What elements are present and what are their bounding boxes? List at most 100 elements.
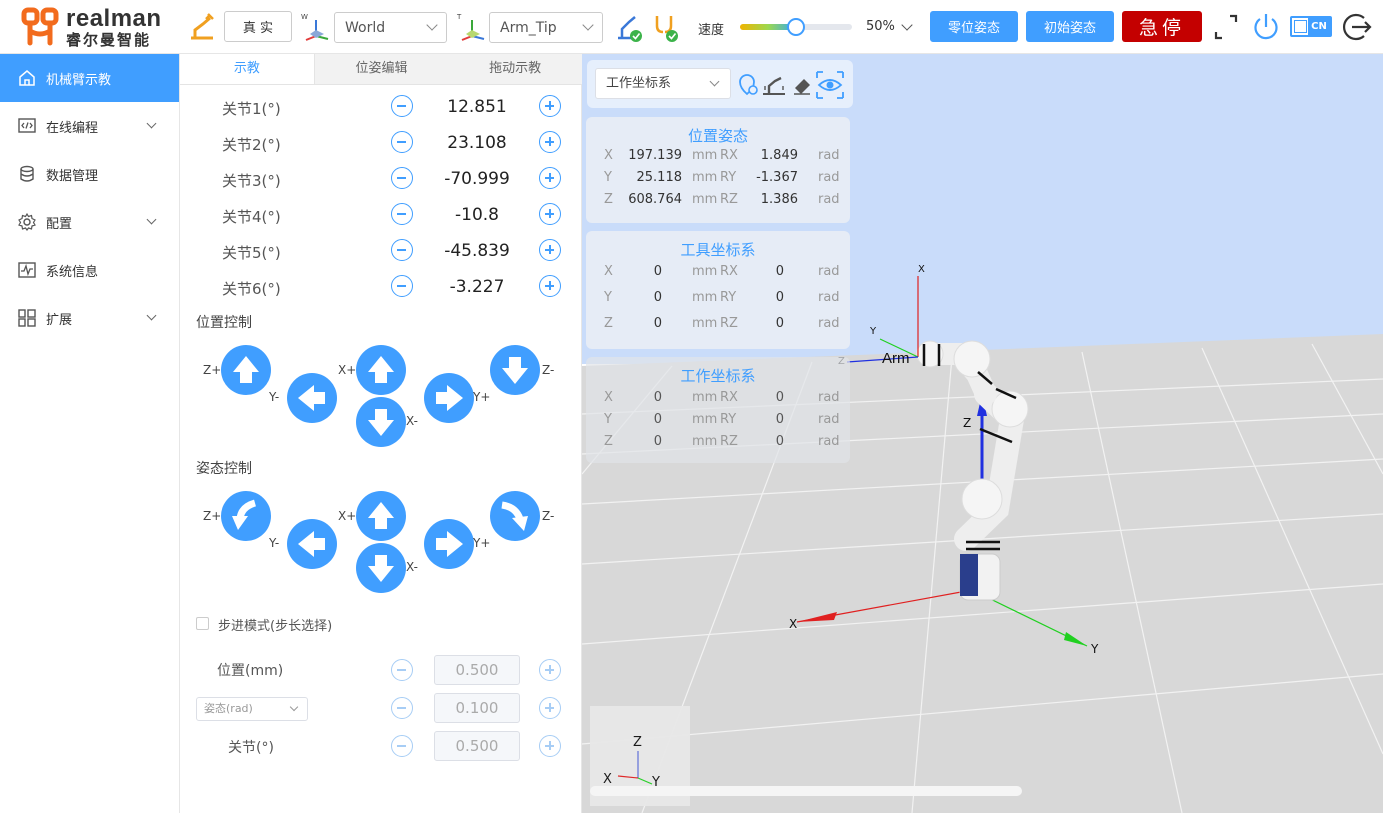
logout-icon[interactable] xyxy=(1340,10,1374,44)
arrow-up-icon xyxy=(233,356,259,383)
tool-row-x: X 0 mm RX 0 rad xyxy=(604,264,840,279)
pos-y-minus-button[interactable] xyxy=(287,373,337,423)
position-control-title: 位置控制 xyxy=(196,315,252,331)
joint-decrement-button[interactable] xyxy=(391,203,413,225)
language-badge: CN xyxy=(1308,18,1330,35)
rot-y-minus-button[interactable] xyxy=(287,519,337,569)
rot-z-plus-button[interactable] xyxy=(221,491,271,541)
rot-y-plus-button[interactable] xyxy=(424,519,474,569)
pos-xp-label: X+ xyxy=(338,363,357,377)
pos-x-plus-button[interactable] xyxy=(356,345,406,395)
pos-x-minus-button[interactable] xyxy=(356,397,406,447)
joint-increment-button[interactable] xyxy=(539,167,561,189)
language-toggle-knob xyxy=(1294,20,1307,33)
sidebar-item-system-info[interactable]: 系统信息 xyxy=(0,246,179,294)
speed-dropdown-chevron-icon[interactable] xyxy=(901,19,913,31)
tab-pose-edit[interactable]: 位姿编辑 xyxy=(315,54,449,84)
work-frame-card-title: 工作坐标系 xyxy=(680,367,756,385)
joint-increment-button[interactable] xyxy=(539,203,561,225)
joint-decrement-button[interactable] xyxy=(391,167,413,189)
sidebar-item-label: 配置 xyxy=(46,216,73,232)
tab-teach[interactable]: 示教 xyxy=(180,54,315,84)
step-joint-plus-button[interactable] xyxy=(539,735,561,757)
chevron-down-icon xyxy=(146,118,157,129)
sidebar-item-online-programming[interactable]: 在线编程 xyxy=(0,102,179,150)
tool-y-label: Y xyxy=(869,326,877,337)
step-joint-minus-button[interactable] xyxy=(391,735,413,757)
teach-tabs: 示教 位姿编辑 拖动示教 xyxy=(180,54,582,85)
step-attitude-select[interactable]: 姿态(rad) xyxy=(196,697,308,721)
rot-xm-label: X- xyxy=(406,560,418,574)
frame-select[interactable]: World xyxy=(334,12,447,43)
step-attitude-input[interactable]: 0.100 xyxy=(434,693,520,723)
emergency-stop-button[interactable]: 急停 xyxy=(1122,11,1202,42)
sidebar-item-arm-teach[interactable]: 机械臂示教 xyxy=(0,54,179,102)
step-attitude-plus-button[interactable] xyxy=(539,697,561,719)
power-icon[interactable] xyxy=(1250,10,1282,44)
step-joint-input[interactable]: 0.500 xyxy=(434,731,520,761)
tool-row-z: Z 0 mm RZ 0 rad xyxy=(604,316,840,331)
step-position-minus-button[interactable] xyxy=(391,659,413,681)
language-toggle[interactable]: CN xyxy=(1290,16,1332,37)
rot-ym-label: Y- xyxy=(269,536,280,550)
step-attitude-minus-button[interactable] xyxy=(391,697,413,719)
rotate-arrow-icon xyxy=(232,499,257,530)
sidebar-item-extensions[interactable]: 扩展 xyxy=(0,294,179,342)
rot-z-minus-button[interactable] xyxy=(490,491,540,541)
joint-decrement-button[interactable] xyxy=(391,275,413,297)
gripper-status-icon[interactable] xyxy=(650,10,682,44)
rot-x-plus-button[interactable] xyxy=(356,491,406,541)
joint-increment-button[interactable] xyxy=(539,239,561,261)
real-mode-button[interactable]: 真 实 xyxy=(224,11,292,42)
view-toolbar: 工作坐标系 xyxy=(587,60,853,108)
attitude-control-title: 姿态控制 xyxy=(196,461,252,477)
rot-x-minus-button[interactable] xyxy=(356,543,406,593)
speed-slider[interactable] xyxy=(740,18,852,36)
sidebar-item-config[interactable]: 配置 xyxy=(0,198,179,246)
rotate-arrow-icon xyxy=(501,501,528,531)
pos-xm-label: X- xyxy=(406,414,418,428)
pos-z-minus-button[interactable] xyxy=(490,345,540,395)
eraser-icon[interactable] xyxy=(789,72,815,98)
joint-increment-button[interactable] xyxy=(539,131,561,153)
joint-label: 关节3(°) xyxy=(222,172,281,190)
brand-logo: realman 睿尔曼智能 xyxy=(20,6,162,48)
eye-visibility-icon[interactable] xyxy=(815,70,845,100)
pose-row-y: Y 25.118 mm RY -1.367 rad xyxy=(604,170,840,185)
robot-arm-icon[interactable] xyxy=(186,10,218,44)
rot-xp-label: X+ xyxy=(338,509,357,523)
pos-z-plus-button[interactable] xyxy=(221,345,271,395)
robot-status-icon[interactable] xyxy=(614,10,646,44)
tool-select-value: Arm_Tip xyxy=(500,19,557,36)
init-pose-button[interactable]: 初始姿态 xyxy=(1026,11,1114,42)
locate-search-icon[interactable] xyxy=(735,72,761,98)
speed-slider-thumb[interactable] xyxy=(787,18,805,36)
world-y-label: Y xyxy=(1090,642,1099,656)
tab-drag-teach[interactable]: 拖动示教 xyxy=(448,54,582,84)
robot-reset-view-icon[interactable] xyxy=(761,72,787,98)
zero-pose-button[interactable]: 零位姿态 xyxy=(930,11,1018,42)
step-position-plus-button[interactable] xyxy=(539,659,561,681)
app-root: realman 睿尔曼智能 真 实 W World T Arm_Tip 速度 5… xyxy=(0,0,1383,813)
3d-viewport[interactable]: X Y Z X Y Arm 工作坐标系 位置姿态 X 197.139 mm RX… xyxy=(582,54,1383,813)
joint-row: 关节1(°) 12.851 xyxy=(180,89,582,125)
tool-select[interactable]: Arm_Tip xyxy=(489,12,603,43)
joint-decrement-button[interactable] xyxy=(391,95,413,117)
joint-row: 关节5(°) -45.839 xyxy=(180,233,582,269)
joint-increment-button[interactable] xyxy=(539,95,561,117)
sidebar-item-data-management[interactable]: 数据管理 xyxy=(0,150,179,198)
joint-decrement-button[interactable] xyxy=(391,239,413,261)
step-mode-checkbox[interactable] xyxy=(196,617,209,630)
joint-decrement-button[interactable] xyxy=(391,131,413,153)
fullscreen-icon[interactable] xyxy=(1212,12,1240,42)
viewport-horizontal-scrollbar[interactable] xyxy=(590,786,1022,796)
step-position-input[interactable]: 0.500 xyxy=(434,655,520,685)
pos-y-plus-button[interactable] xyxy=(424,373,474,423)
step-attitude-select-value: 姿态(rad) xyxy=(204,702,253,715)
joint-label: 关节2(°) xyxy=(222,136,281,154)
arrow-down-icon xyxy=(368,409,394,436)
coord-system-select[interactable]: 工作坐标系 xyxy=(595,68,731,99)
joint-increment-button[interactable] xyxy=(539,275,561,297)
world-frame-icon: W xyxy=(301,13,329,41)
pose-card: 位置姿态 X 197.139 mm RX 1.849 rad Y 25.118 … xyxy=(586,117,850,223)
